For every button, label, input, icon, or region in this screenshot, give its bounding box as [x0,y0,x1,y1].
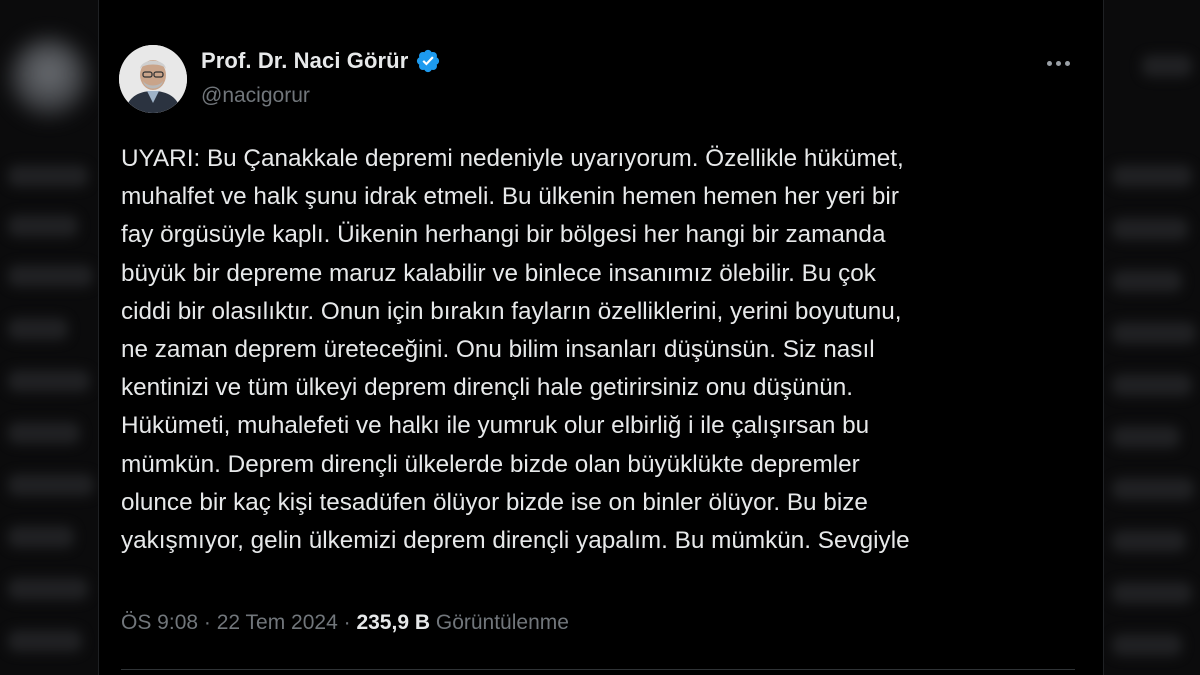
blurred-text-line [8,165,88,187]
blurred-text-line [1112,322,1196,344]
blurred-text-line [1112,634,1182,656]
tweet-time[interactable]: ÖS 9:08 [121,611,198,635]
verified-badge-icon [417,49,440,73]
blurred-text-line [1112,218,1188,240]
divider [121,669,1075,670]
more-options-icon[interactable] [1043,48,1073,78]
blurred-text-line [8,318,68,340]
views-label: Görüntülenme [435,611,569,634]
tweet-card: Prof. Dr. Naci Görür @nacigorur UYARI: B… [98,0,1104,675]
blurred-text-line [8,370,90,392]
avatar-portrait-icon [119,45,187,113]
author-display-name[interactable]: Prof. Dr. Naci Görür [201,48,408,74]
blurred-text-line [1112,478,1194,500]
blurred-text-line [8,526,74,548]
blurred-background-left [0,0,98,675]
tweet-date[interactable]: 22 Tem 2024 [217,611,338,635]
blurred-text-line [8,265,93,287]
blurred-avatar [10,38,88,116]
blurred-text-line [1112,530,1186,552]
meta-separator: · [337,611,357,634]
blurred-text-line [8,630,82,652]
meta-separator: · [198,611,217,634]
avatar[interactable] [119,45,187,113]
blurred-text-line [8,578,88,600]
author-name-row: Prof. Dr. Naci Görür [201,48,441,74]
blurred-text-line [8,422,80,444]
tweet-meta: ÖS 9:08 · 22 Tem 2024 · 235,9 B Görüntül… [121,611,569,635]
blurred-text-line [1112,374,1192,396]
blurred-background-right [1102,0,1200,675]
blurred-text-line [8,474,94,496]
blurred-text-line [1142,55,1192,77]
views-count: 235,9 B [356,611,431,634]
blurred-text-line [1112,582,1192,604]
blurred-text-line [1112,165,1192,187]
blurred-text-line [8,215,78,237]
blurred-text-line [1112,270,1182,292]
blurred-text-line [1112,426,1180,448]
tweet-text: UYARI: Bu Çanakkale depremi nedeniyle uy… [121,145,910,555]
author-handle[interactable]: @nacigorur [201,84,310,108]
